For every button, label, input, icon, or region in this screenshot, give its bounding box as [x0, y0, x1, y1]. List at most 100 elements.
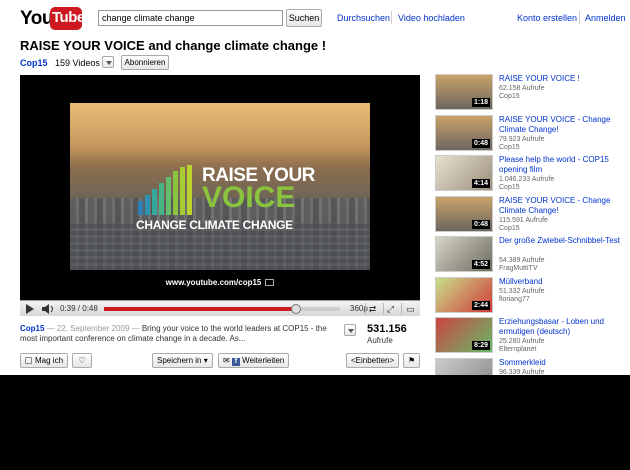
related-video-item[interactable]: 0:48 RAISE YOUR VOICE - Change Climate Ch… [435, 195, 625, 234]
search-button[interactable]: Suchen [286, 9, 322, 27]
related-video-item[interactable]: 4:52 Der große Zwiebel-Schnibbel-Test 54.3… [435, 236, 625, 274]
overlay-change-climate-change: CHANGE CLIMATE CHANGE [136, 218, 293, 232]
share-button[interactable]: ✉ f Weiterleiten [218, 353, 290, 368]
related-video-views: 115.591 Aufrufe [499, 216, 548, 224]
related-video-user: floriang77 [499, 295, 530, 303]
header-divider [579, 11, 580, 24]
overlay-url-text: www.youtube.com/cop15 [165, 278, 262, 287]
description-channel-link[interactable]: Cop15 [20, 324, 44, 333]
related-video-item[interactable]: 0:48 RAISE YOUR VOICE - Change Climate Ch… [435, 114, 625, 153]
related-video-title[interactable]: RAISE YOUR VOICE - Change Climate Change… [499, 115, 625, 135]
seek-handle[interactable] [290, 304, 301, 314]
related-video-views: 62.158 Aufrufe [499, 85, 545, 92]
related-video-title[interactable]: Der große Zwiebel-Schnibbel-Test [499, 236, 625, 246]
equalizer-logo-icon [138, 165, 200, 215]
related-video-user: Cop15 [499, 184, 520, 191]
youtube-page: You Tube Suchen Durchsuchen Video hochla… [0, 0, 630, 375]
related-video-title[interactable]: RAISE YOUR VOICE - Change Climate Change… [499, 196, 625, 216]
related-video-views: 79.923 Aufrufe [499, 135, 545, 143]
video-player[interactable]: RAISE YOUR VOICE CHANGE CLIMATE CHANGE w… [20, 75, 420, 316]
related-video-user: FragMuttiTV [499, 265, 538, 272]
thumbs-up-icon [25, 357, 32, 364]
related-video-thumbnail[interactable]: 0:48 [435, 114, 493, 151]
logo-tube-badge: Tube [50, 7, 85, 30]
related-video-thumbnail[interactable]: 1:18 [435, 74, 493, 110]
flag-button[interactable]: ⚑ [403, 353, 420, 368]
time-display: 0:39 / 0:48 [60, 304, 98, 313]
header-divider [391, 11, 392, 24]
save-label: Speichern in [157, 356, 202, 365]
expand-icon[interactable]: ⤢ [383, 303, 397, 315]
create-account-link[interactable]: Konto erstellen [517, 13, 577, 23]
related-video-views: 1.046.233 Aufrufe [499, 176, 555, 183]
video-frame: RAISE YOUR VOICE CHANGE CLIMATE CHANGE [70, 103, 370, 270]
related-video-thumbnail[interactable]: 2:44 [435, 276, 493, 313]
player-controls: 0:39 / 0:48 360p ⇄ ⤢ ▭ [20, 300, 420, 316]
caption-icon [265, 279, 275, 287]
sky-haze [70, 103, 370, 163]
related-video-thumbnail[interactable]: 0:48 [435, 195, 493, 232]
browse-link[interactable]: Durchsuchen [337, 13, 390, 23]
related-video-item[interactable]: 2:44 Müllverband 51.332 Aufrufe floriang77 [435, 276, 625, 315]
upload-link[interactable]: Video hochladen [398, 13, 465, 23]
view-count: 531.156 [367, 323, 407, 335]
overlay-url: www.youtube.com/cop15 [20, 278, 420, 287]
related-video-thumbnail[interactable]: 4:52 [435, 236, 493, 272]
search-input[interactable] [98, 10, 283, 26]
related-video-thumbnail[interactable]: 4:14 [435, 155, 493, 191]
flag-icon: ⚑ [408, 356, 416, 365]
expand-description-button[interactable] [344, 324, 356, 336]
related-video-item[interactable]: 4:14 Please help the world - COP15 openin… [435, 155, 625, 193]
sign-in-link[interactable]: Anmelden [585, 13, 626, 23]
video-duration: 1:18 [471, 98, 490, 107]
related-video-user: Cop15 [499, 224, 520, 232]
related-video-thumbnail[interactable]: 8:29 [435, 317, 493, 353]
black-letterbox [0, 375, 630, 470]
play-icon[interactable] [26, 304, 34, 314]
like-label: Mag ich [35, 356, 64, 365]
related-video-title[interactable]: RAISE YOUR VOICE ! [499, 74, 625, 84]
chevron-down-icon: ▾ [203, 356, 208, 365]
subscribe-button[interactable]: Abonnieren [121, 55, 169, 70]
fullscreen-icon[interactable]: ▭ [401, 303, 419, 315]
related-video-views: 54.389 Aufrufe [499, 257, 545, 264]
related-video-user: Elternplanet [499, 346, 537, 353]
share-label: Weiterleiten [242, 356, 285, 365]
thumbs-down-icon: ♡ [78, 356, 86, 365]
related-video-views: 51.332 Aufrufe [499, 287, 545, 295]
related-video-item[interactable]: Sommerkleid 96.339 Aufrufe [435, 357, 625, 375]
related-video-item[interactable]: 8:29 Erziehungsbasar - Loben und ermutige… [435, 317, 625, 355]
overlay-voice: VOICE [202, 181, 296, 214]
view-count-label: Aufrufe [367, 336, 393, 345]
video-duration: 0:48 [471, 138, 490, 148]
related-video-title[interactable]: Müllverband [499, 277, 625, 287]
seek-progress [104, 307, 296, 311]
channel-link[interactable]: Cop15 [20, 58, 48, 68]
volume-icon[interactable] [42, 304, 56, 314]
related-video-views: 25.280 Aufrufe [499, 338, 545, 345]
related-video-item[interactable]: 1:18 RAISE YOUR VOICE ! 62.158 Aufrufe Cop1… [435, 74, 625, 112]
dislike-button[interactable]: ♡ [72, 353, 92, 368]
related-video-thumbnail[interactable] [435, 357, 493, 375]
related-video-title[interactable]: Please help the world - COP15 opening fi… [499, 155, 625, 175]
embed-button[interactable]: <Einbetten> [346, 353, 400, 368]
facebook-icon: f [231, 358, 240, 366]
youtube-logo[interactable]: You Tube [20, 6, 85, 32]
video-duration: 0:48 [471, 219, 490, 229]
save-to-button[interactable]: Speichern in ▾ [152, 353, 213, 368]
related-video-title[interactable]: Sommerkleid [499, 358, 625, 368]
video-count: 159 Videos [55, 58, 100, 68]
related-video-title[interactable]: Erziehungsbasar - Loben und ermutigen (d… [499, 317, 625, 337]
upload-date: — 22. September 2009 — [44, 324, 142, 333]
video-duration: 4:52 [471, 260, 490, 269]
video-description: Cop15 — 22. September 2009 — Bring your … [20, 324, 342, 344]
video-title: RAISE YOUR VOICE and change climate chan… [20, 38, 327, 53]
logo-tube-text: Tube [52, 9, 85, 26]
like-button[interactable]: Mag ich [20, 353, 69, 368]
email-icon: ✉ [223, 356, 230, 365]
video-duration: 2:44 [471, 300, 490, 310]
channel-videos-dropdown[interactable] [102, 56, 114, 68]
video-duration: 4:14 [471, 179, 490, 188]
popout-icon[interactable]: ⇄ [365, 303, 379, 315]
logo-you-text: You [20, 8, 53, 29]
